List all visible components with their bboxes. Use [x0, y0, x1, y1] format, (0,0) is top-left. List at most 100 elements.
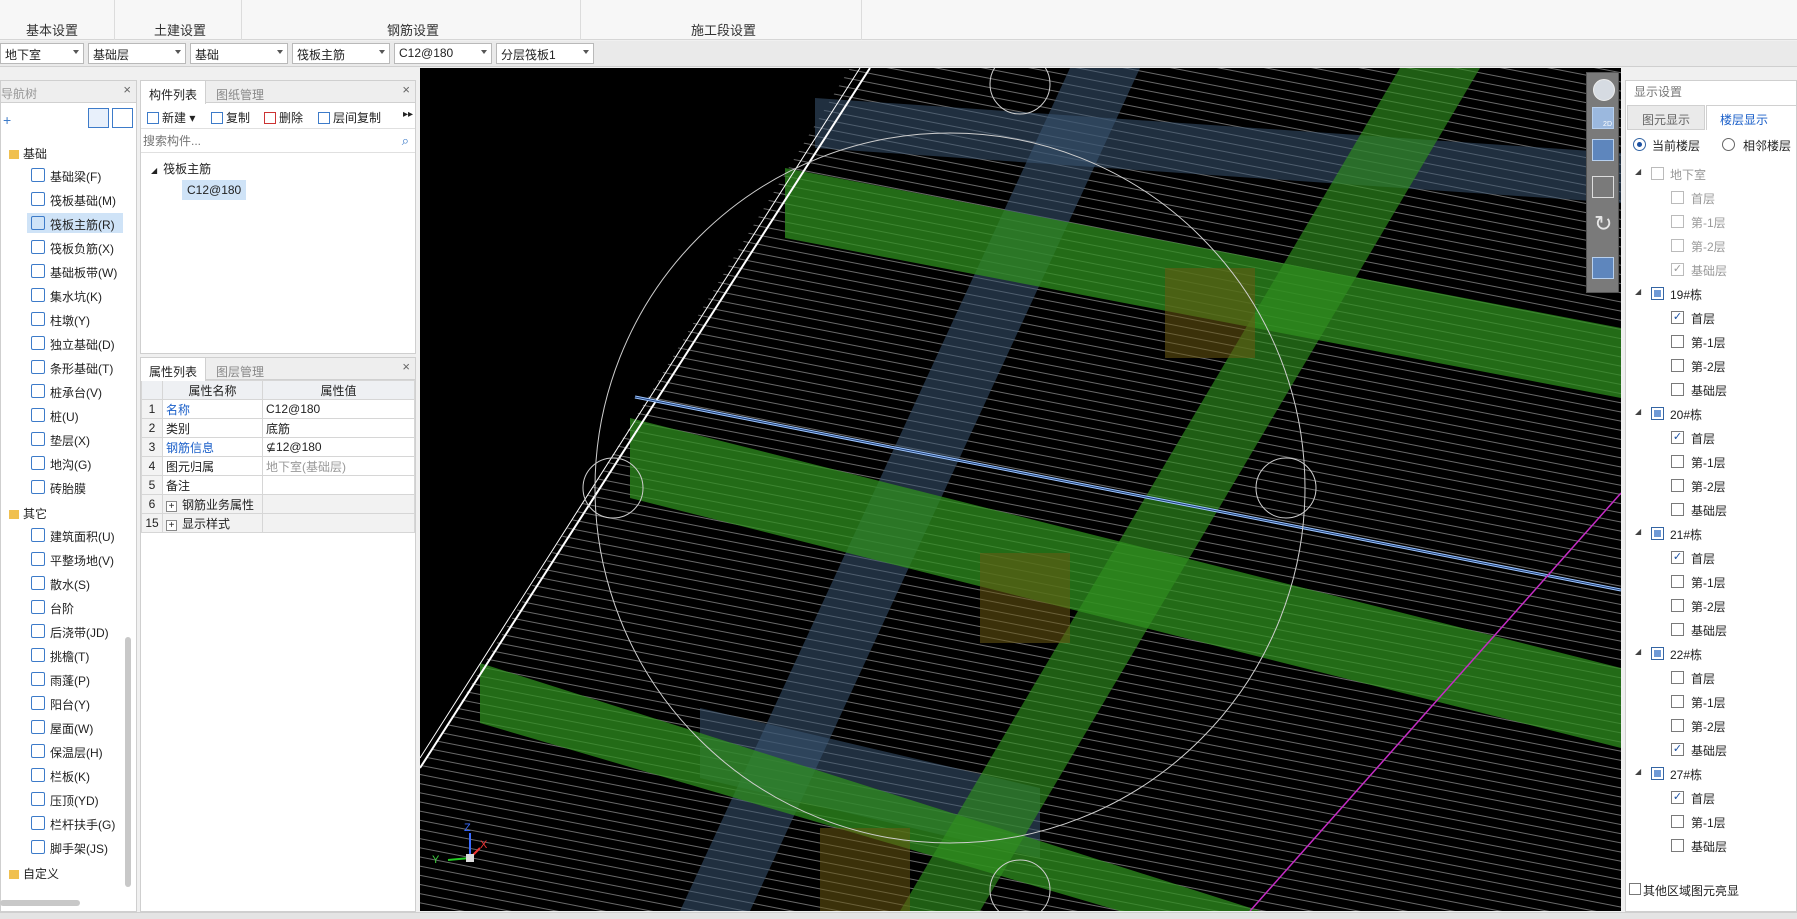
floor-checkbox[interactable]: [1671, 503, 1684, 516]
floor-checkbox[interactable]: ✓: [1671, 551, 1684, 564]
nav-item[interactable]: 保温层(H): [27, 741, 123, 761]
nav-group[interactable]: 其它: [1, 505, 47, 522]
collapse-triangle-icon[interactable]: ◢: [1635, 167, 1641, 176]
model-canvas[interactable]: Y X Z: [420, 68, 1621, 911]
layer-grid-icon[interactable]: [1592, 257, 1614, 279]
collapse-triangle-icon[interactable]: ◢: [1635, 527, 1641, 536]
property-group-name[interactable]: + 钢筋业务属性: [162, 494, 263, 514]
nav-item[interactable]: 散水(S): [27, 573, 123, 593]
property-value[interactable]: C12@180: [262, 399, 415, 419]
property-row[interactable]: 5 备注: [141, 475, 415, 495]
nav-item[interactable]: 栏杆扶手(G): [27, 813, 123, 833]
search-input[interactable]: [141, 131, 381, 151]
nav-item[interactable]: 阳台(Y): [27, 693, 123, 713]
category-select[interactable]: 基础: [190, 43, 288, 64]
nav-item[interactable]: 柱墩(Y): [27, 309, 123, 329]
nav-item[interactable]: 筏板基础(M): [27, 189, 123, 209]
floor-checkbox[interactable]: [1671, 239, 1684, 252]
nav-group[interactable]: 自定义: [1, 865, 59, 882]
floor-checkbox[interactable]: [1671, 335, 1684, 348]
tab-properties[interactable]: 属性列表: [141, 358, 207, 381]
detail-view-icon[interactable]: [112, 108, 133, 128]
building-checkbox[interactable]: [1651, 287, 1664, 300]
nav-item[interactable]: 建筑面积(U): [27, 525, 123, 545]
column-pier[interactable]: [980, 553, 1070, 643]
close-icon[interactable]: ×: [402, 82, 410, 97]
close-icon[interactable]: ×: [123, 82, 131, 97]
floor-checkbox[interactable]: [1671, 575, 1684, 588]
floor-checkbox[interactable]: [1671, 839, 1684, 852]
ribbon-tab-civil[interactable]: 土建设置: [154, 20, 206, 39]
component-select[interactable]: C12@180: [394, 43, 492, 64]
tab-element-display[interactable]: 图元显示: [1627, 105, 1705, 130]
sublayer-select[interactable]: 分层筏板1: [496, 43, 594, 64]
nav-item[interactable]: 屋面(W): [27, 717, 123, 737]
floor-checkbox[interactable]: [1671, 359, 1684, 372]
copy-button[interactable]: 复制: [211, 109, 250, 126]
floor-checkbox[interactable]: [1671, 695, 1684, 708]
nav-item[interactable]: 台阶: [27, 597, 123, 617]
property-value[interactable]: 底筋: [262, 418, 415, 438]
property-group-row[interactable]: 6 + 钢筋业务属性: [141, 494, 415, 514]
delete-button[interactable]: 删除: [264, 109, 303, 126]
ribbon-tab-stage[interactable]: 施工段设置: [691, 20, 756, 39]
floor-checkbox[interactable]: ✓: [1671, 431, 1684, 444]
nav-item[interactable]: 筏板负筋(X): [27, 237, 123, 257]
highlight-other-checkbox[interactable]: [1629, 883, 1641, 895]
building-checkbox[interactable]: [1651, 647, 1664, 660]
search-icon[interactable]: ⌕: [402, 133, 409, 149]
drawing-viewport[interactable]: Y X Z: [420, 68, 1621, 911]
floor-checkbox[interactable]: [1671, 479, 1684, 492]
floor-checkbox[interactable]: ✓: [1671, 743, 1684, 756]
cube-view-icon[interactable]: [1592, 139, 1614, 161]
nav-item[interactable]: 基础板带(W): [27, 261, 123, 281]
property-row[interactable]: 3 钢筋信息 ⊈12@180: [141, 437, 415, 457]
component-tree-root[interactable]: ◢ 筏板主筋: [151, 160, 211, 177]
floor-checkbox[interactable]: [1671, 191, 1684, 204]
collapse-triangle-icon[interactable]: ◢: [1635, 767, 1641, 776]
floor-copy-button[interactable]: 层间复制: [318, 109, 381, 126]
nav-item[interactable]: 压顶(YD): [27, 789, 123, 809]
floor-checkbox[interactable]: [1671, 599, 1684, 612]
nav-item[interactable]: 地沟(G): [27, 453, 123, 473]
floor-checkbox[interactable]: ✓: [1671, 263, 1684, 276]
floor-checkbox[interactable]: [1671, 383, 1684, 396]
property-value[interactable]: [262, 475, 415, 495]
radio-current-floor[interactable]: [1633, 138, 1646, 151]
tab-component-list[interactable]: 构件列表: [141, 81, 207, 104]
tab-floor-display[interactable]: 楼层显示: [1706, 105, 1797, 130]
floor-checkbox[interactable]: [1671, 719, 1684, 732]
list-view-icon[interactable]: [88, 108, 109, 128]
type-select[interactable]: 筏板主筋: [292, 43, 390, 64]
nav-item[interactable]: 筏板主筋(R): [27, 213, 123, 233]
building-checkbox[interactable]: [1651, 407, 1664, 420]
column-pier[interactable]: [1165, 268, 1255, 358]
nav-group[interactable]: 基础: [1, 145, 47, 162]
property-row[interactable]: 2 类别 底筋: [141, 418, 415, 438]
collapse-triangle-icon[interactable]: ◢: [1635, 407, 1641, 416]
nav-item[interactable]: 脚手架(JS): [27, 837, 123, 857]
radio-adjacent-floor[interactable]: [1722, 138, 1735, 151]
layer-select[interactable]: 基础层: [88, 43, 186, 64]
floor-select[interactable]: 地下室: [0, 43, 84, 64]
floor-checkbox[interactable]: [1671, 215, 1684, 228]
nav-horizontal-scrollbar[interactable]: [0, 900, 80, 906]
orbit-icon[interactable]: [1593, 79, 1615, 101]
expand-icon[interactable]: +: [166, 500, 177, 512]
nav-item[interactable]: 雨蓬(P): [27, 669, 123, 689]
2d-view-button[interactable]: 2D: [1592, 107, 1614, 129]
collapse-triangle-icon[interactable]: ◢: [1635, 647, 1641, 656]
nav-item[interactable]: 垫层(X): [27, 429, 123, 449]
nav-item[interactable]: 条形基础(T): [27, 357, 123, 377]
floor-checkbox[interactable]: ✓: [1671, 311, 1684, 324]
new-button[interactable]: 新建 ▾: [147, 109, 195, 126]
nav-item[interactable]: 平整场地(V): [27, 549, 123, 569]
property-value[interactable]: ⊈12@180: [262, 437, 415, 457]
nav-item[interactable]: 砖胎膜: [27, 477, 123, 497]
collapse-triangle-icon[interactable]: ◢: [1635, 287, 1641, 296]
tab-drawing-management[interactable]: 图纸管理: [208, 81, 272, 103]
ribbon-tab-basic[interactable]: 基本设置: [26, 20, 78, 39]
building-checkbox[interactable]: [1651, 767, 1664, 780]
floor-checkbox[interactable]: ✓: [1671, 791, 1684, 804]
rotate-icon[interactable]: ↻: [1594, 211, 1612, 237]
